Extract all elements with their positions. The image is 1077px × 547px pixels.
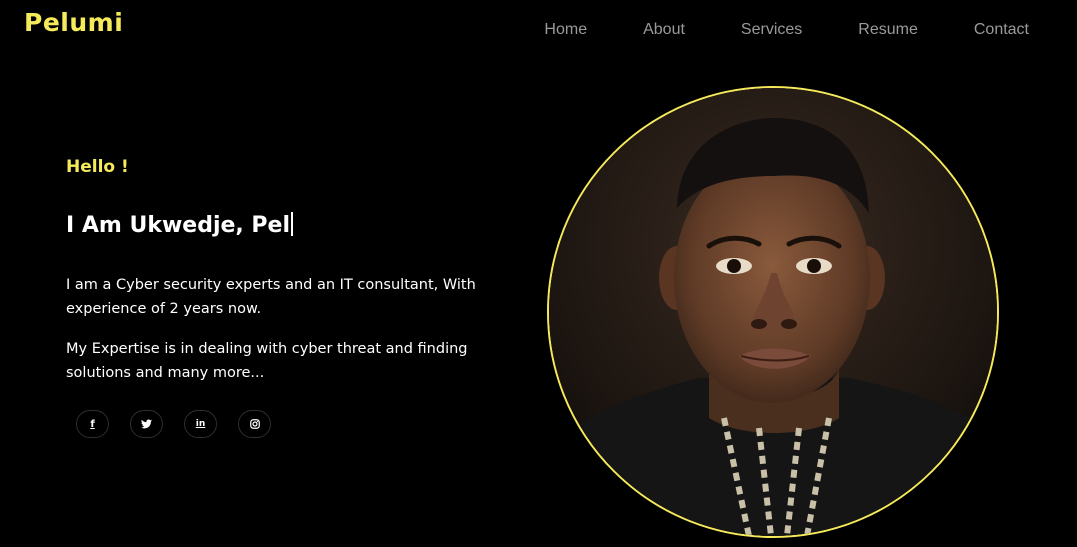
social-links: f in — [76, 410, 292, 438]
linkedin-link[interactable]: in — [184, 410, 217, 438]
linkedin-icon: in — [195, 419, 206, 429]
profile-photo — [547, 86, 999, 538]
instagram-link[interactable] — [238, 410, 271, 438]
site-logo[interactable]: Pelumi — [24, 8, 123, 37]
main-nav: Home About Services Resume Contact — [488, 21, 1029, 39]
hero-intro-text: I am a Cyber security experts and an IT … — [66, 277, 476, 317]
twitter-icon — [141, 419, 152, 429]
profile-photo-illustration — [549, 88, 997, 536]
facebook-link[interactable]: f — [76, 410, 109, 438]
nav-home[interactable]: Home — [544, 21, 587, 39]
hero-greeting: Hello ! — [66, 157, 129, 177]
facebook-icon: f — [90, 418, 95, 430]
hero-headline-text: I Am Ukwedje, Pel — [66, 213, 291, 238]
nav-contact[interactable]: Contact — [974, 21, 1029, 39]
nav-resume[interactable]: Resume — [858, 21, 918, 39]
page: Pelumi Home About Services Resume Contac… — [0, 0, 1077, 547]
nav-about[interactable]: About — [643, 21, 685, 39]
nav-services[interactable]: Services — [741, 21, 802, 39]
twitter-link[interactable] — [130, 410, 163, 438]
hero-expertise-text: My Expertise is in dealing with cyber th… — [66, 341, 468, 381]
instagram-icon — [249, 419, 260, 429]
typing-cursor — [291, 212, 294, 236]
hero-headline: I Am Ukwedje, Pel — [66, 212, 294, 238]
